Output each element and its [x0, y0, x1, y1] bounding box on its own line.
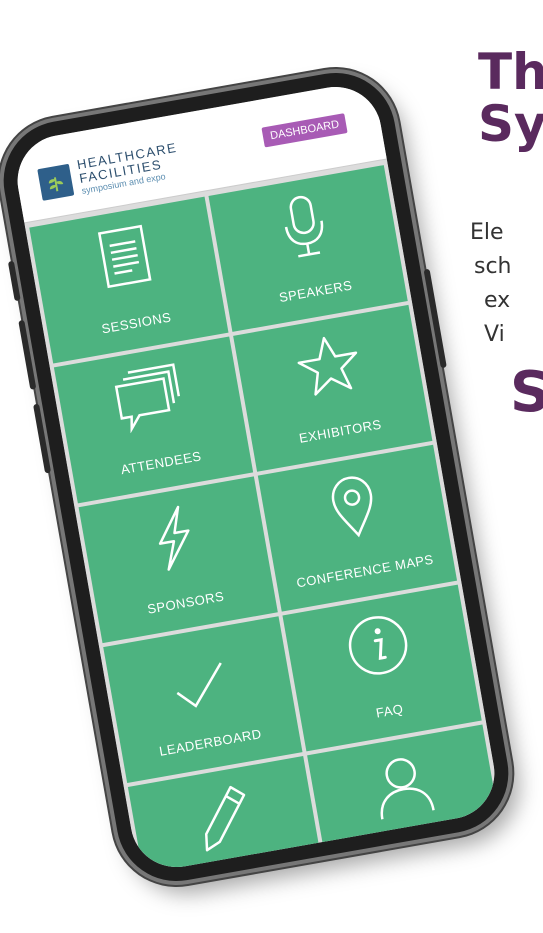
promo-body-line: Vi	[484, 322, 505, 347]
promo-big-letter: S	[510, 360, 543, 425]
tile-my-account[interactable]: MY ACCOUNT	[307, 724, 502, 875]
star-icon	[297, 336, 358, 396]
promo-body: Ele sch ex Vi	[470, 216, 543, 352]
tile-sessions[interactable]: SESSIONS	[29, 196, 229, 364]
phone-mockup: HEALTHCARE FACILITIES symposium and expo…	[0, 63, 518, 891]
tile-exhibitors[interactable]: EXHIBITORS	[233, 304, 433, 472]
tile-faq[interactable]: FAQ	[282, 584, 482, 752]
tile-conference-maps[interactable]: CONFERENCE MAPS	[257, 444, 458, 612]
promo-body-line: Ele	[470, 220, 504, 245]
phone-volume-up-button	[18, 319, 37, 390]
info-icon	[348, 616, 408, 675]
user-icon	[380, 758, 435, 820]
promo-body-line: sch	[474, 254, 512, 279]
tile-speakers[interactable]: SPEAKERS	[208, 165, 408, 332]
tile-sponsors[interactable]: SPONSORS	[78, 476, 278, 644]
tile-label: CONFERENCE MAPS	[295, 551, 435, 591]
tile-label: LEADERBOARD	[158, 726, 263, 759]
chat-bubbles-icon	[114, 363, 181, 434]
tile-label: MY ACCOUNT	[367, 835, 461, 867]
phone-power-button	[423, 268, 447, 369]
logo-icon	[37, 163, 75, 201]
tile-label: SESSIONS	[100, 309, 173, 337]
phone-volume-down-button	[33, 403, 52, 474]
tile-leaderboard[interactable]: LEADERBOARD	[103, 616, 303, 784]
tile-attendees[interactable]: ATTENDEES	[53, 336, 254, 504]
tile-label: ATTENDEES	[119, 448, 203, 478]
map-pin-icon	[331, 476, 373, 538]
logo-wordmark: HEALTHCARE FACILITIES symposium and expo	[76, 140, 183, 197]
document-icon	[97, 224, 152, 289]
pencil-icon	[204, 785, 246, 852]
phone-screen: HEALTHCARE FACILITIES symposium and expo…	[10, 79, 502, 875]
phone-mute-switch	[7, 260, 21, 302]
menu-grid: SESSIONS SPEAKERS ATTENDEES EXHIBITORS S…	[24, 160, 502, 875]
lightning-icon	[158, 505, 190, 571]
tile-label: SPEAKERS	[277, 277, 354, 306]
promo-body-line: ex	[484, 288, 511, 313]
promo-title-line2: Sy	[478, 95, 543, 153]
promo-title: Th Sy	[478, 46, 543, 150]
tile-label: EVENT SURVEY	[182, 866, 289, 875]
dashboard-button[interactable]: DASHBOARD	[261, 113, 348, 148]
tile-label: EXHIBITORS	[297, 416, 383, 446]
promo-title-line1: Th	[478, 43, 543, 101]
checkmark-icon	[176, 662, 222, 708]
tile-label: SPONSORS	[146, 588, 226, 617]
tile-label: FAQ	[374, 701, 405, 721]
microphone-icon	[284, 195, 324, 258]
